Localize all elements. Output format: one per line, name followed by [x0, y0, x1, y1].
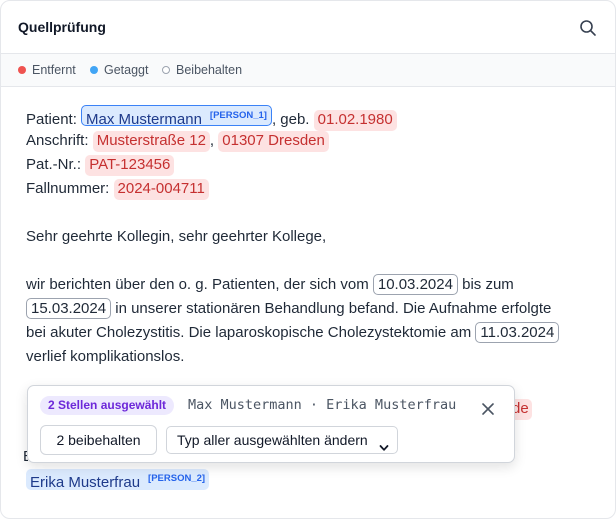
entity-city[interactable]: 01307 Dresden: [218, 131, 329, 152]
tagged-dot-icon: [90, 66, 98, 74]
search-icon[interactable]: [579, 19, 597, 37]
entity-date-from[interactable]: 10.03.2024: [372, 274, 458, 295]
entity-tag: [PERSON_2]: [148, 473, 206, 484]
source-review-panel: Quellprüfung Entfernt Getaggt Beibehalte…: [0, 0, 616, 519]
entity-tag: [PERSON_1]: [209, 110, 267, 121]
selection-popover: 2 Stellen ausgewählt Max Mustermann · Er…: [27, 385, 515, 463]
entity-date-to[interactable]: 15.03.2024: [26, 298, 112, 319]
entity-street[interactable]: Musterstraße 12: [92, 131, 210, 152]
address-line: Anschrift: Musterstraße 12, 01307 Dresde…: [26, 129, 329, 153]
entity-person-1[interactable]: Max Mustermann [PERSON_1]: [81, 105, 272, 128]
selection-names: Max Mustermann · Erika Musterfrau: [188, 397, 457, 413]
kept-dot-icon: [162, 66, 170, 74]
patnr-line: Pat.-Nr.: PAT-123456: [26, 153, 175, 177]
case-line: Fallnummer: 2024-004711: [26, 177, 209, 201]
paragraph-line-3: bei akuter Cholezystitis. Die laparoskop…: [26, 321, 560, 345]
paragraph-line-2: 15.03.2024 in unserer stationären Behand…: [26, 297, 551, 321]
entity-date-op[interactable]: 11.03.2024: [475, 322, 560, 343]
selection-count-badge: 2 Stellen ausgewählt: [40, 396, 175, 415]
signer-line: Erika Musterfrau [PERSON_2]: [26, 469, 210, 493]
paragraph-line-4: verlief komplikationslos.: [26, 348, 185, 365]
entity-person-2[interactable]: Erika Musterfrau [PERSON_2]: [26, 469, 210, 491]
salutation: Sehr geehrte Kollegin, sehr geehrter Kol…: [26, 228, 327, 245]
change-type-select[interactable]: Typ aller ausgewählten ändern: [166, 426, 398, 454]
paragraph-line-1: wir berichten über den o. g. Patienten, …: [26, 274, 514, 295]
keep-selected-button[interactable]: 2 beibehalten: [40, 425, 157, 455]
removed-dot-icon: [18, 66, 26, 74]
close-icon[interactable]: [481, 402, 495, 416]
chevron-down-icon: [379, 435, 389, 451]
page-title: Quellprüfung: [18, 19, 106, 35]
patient-line: Patient: Max Mustermann [PERSON_1], geb. …: [26, 105, 397, 131]
entity-birth-date[interactable]: 01.02.1980: [313, 110, 397, 131]
legend: Entfernt Getaggt Beibehalten: [1, 54, 615, 87]
entity-case-nr[interactable]: 2024-004711: [113, 179, 209, 200]
entity-patnr[interactable]: PAT-123456: [85, 155, 175, 176]
panel-header: Quellprüfung: [1, 1, 615, 54]
